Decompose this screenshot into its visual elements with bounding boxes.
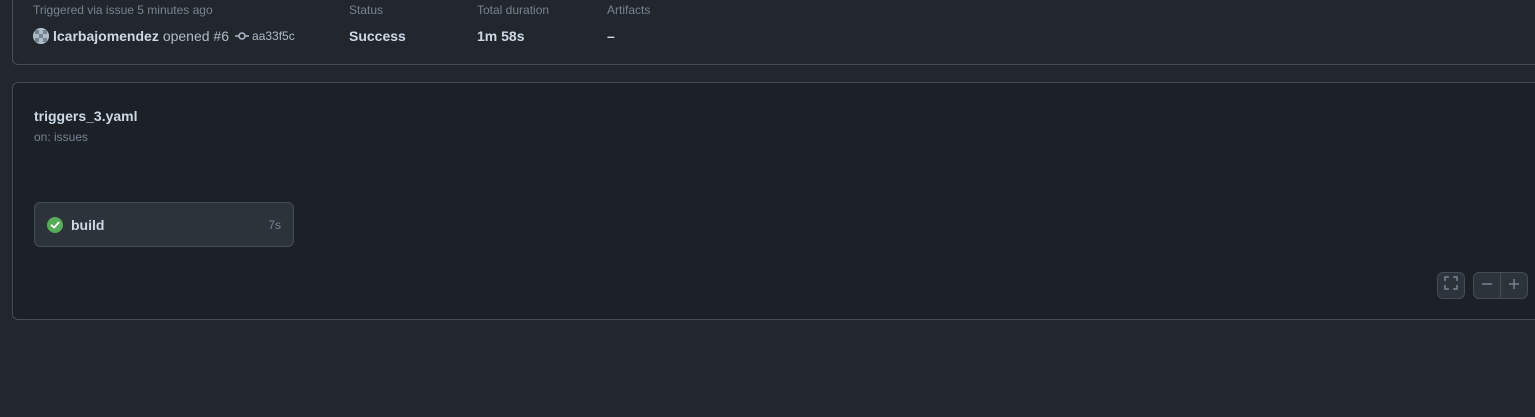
- run-summary-card: Triggered via issue 5 minutes ago lcarba…: [12, 0, 1535, 65]
- avatar[interactable]: [33, 28, 49, 44]
- duration-section: Total duration 1m 58s: [477, 1, 549, 46]
- workflow-graph-card: triggers_3.yaml on: issues build 7s: [12, 82, 1535, 320]
- trigger-details: lcarbajomendez opened #6 aa33f5c: [33, 26, 295, 46]
- fullscreen-icon: [1444, 276, 1458, 295]
- workflow-trigger: on: issues: [34, 130, 89, 144]
- zoom-out-button[interactable]: [1474, 273, 1500, 298]
- duration-label: Total duration: [477, 3, 550, 17]
- check-circle-fill-icon: [47, 216, 63, 233]
- zoom-controls: [1473, 272, 1528, 299]
- zoom-in-button[interactable]: [1500, 273, 1527, 298]
- status-section: Status Success: [349, 1, 406, 46]
- job-name: build: [71, 216, 105, 233]
- job-duration: 7s: [268, 217, 281, 232]
- artifacts-value: –: [607, 28, 615, 44]
- artifacts-section: Artifacts –: [607, 1, 650, 46]
- status-value: Success: [349, 28, 406, 44]
- artifacts-label: Artifacts: [607, 3, 651, 17]
- actor-link[interactable]: lcarbajomendez: [53, 26, 159, 46]
- fullscreen-button[interactable]: [1437, 272, 1465, 299]
- git-commit-icon: [235, 31, 250, 41]
- trigger-action[interactable]: opened #6: [163, 26, 229, 46]
- trigger-section: Triggered via issue 5 minutes ago lcarba…: [33, 1, 295, 46]
- duration-value: 1m 58s: [477, 28, 525, 44]
- trigger-label: Triggered via issue 5 minutes ago: [33, 3, 213, 17]
- commit-sha-link[interactable]: aa33f5c: [252, 26, 295, 46]
- job-card-build[interactable]: build 7s: [34, 202, 294, 247]
- minus-icon: [1481, 277, 1493, 295]
- status-label: Status: [349, 3, 384, 17]
- workflow-file-name: triggers_3.yaml: [34, 108, 138, 124]
- plus-icon: [1508, 277, 1520, 295]
